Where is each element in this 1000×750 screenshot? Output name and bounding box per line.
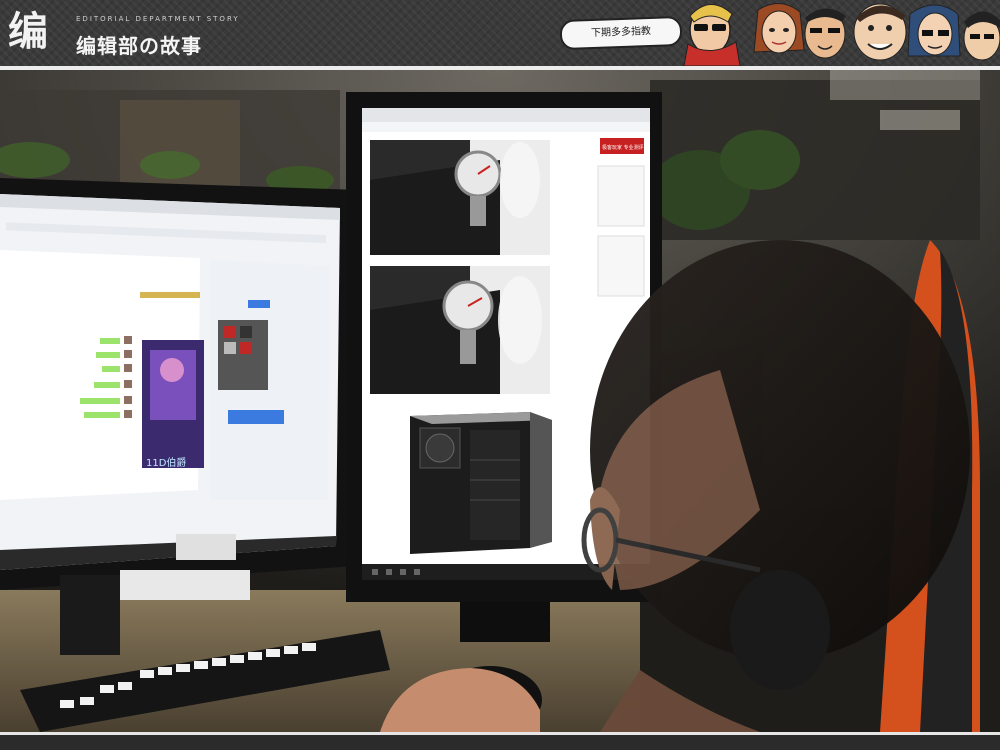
caricature-face-4 bbox=[853, 3, 907, 61]
caricature-face-3 bbox=[804, 8, 846, 59]
site-badge-text: 极客玩家 专业测评 bbox=[602, 144, 644, 151]
chat-bubble bbox=[100, 338, 120, 344]
chat-bubble bbox=[102, 366, 120, 372]
poster-caption: 11D伯爵 bbox=[146, 456, 186, 469]
article-photo-pc-case bbox=[410, 412, 552, 554]
logo-subtitle: EDITORIAL DEPARTMENT STORY bbox=[76, 15, 240, 23]
speech-bubble: 下期多多指教 bbox=[559, 15, 683, 51]
caricature-face-5 bbox=[907, 4, 961, 57]
caricature-faces bbox=[683, 3, 1000, 66]
footer-strip bbox=[0, 732, 1000, 750]
logo-mark: 编 bbox=[8, 9, 48, 55]
chat-bubble bbox=[80, 398, 120, 404]
photo-scene: 11D伯爵 DELL bbox=[0, 70, 1000, 732]
chat-bubble bbox=[84, 412, 120, 418]
caricature-face-2 bbox=[753, 3, 805, 54]
header-banner: 编 EDITORIAL DEPARTMENT STORY 编辑部の故事 下期多多… bbox=[0, 0, 1000, 66]
blue-action-button bbox=[228, 410, 284, 424]
caricature-face-6 bbox=[963, 11, 1000, 61]
chat-bubble bbox=[96, 352, 120, 358]
screenshot-frame: 编 EDITORIAL DEPARTMENT STORY 编辑部の故事 下期多多… bbox=[0, 0, 1000, 750]
power-strip bbox=[120, 570, 250, 600]
chat-bubble bbox=[94, 382, 120, 388]
logo-title: 编辑部の故事 bbox=[76, 34, 202, 58]
caricature-face-1 bbox=[683, 4, 741, 66]
office-photo: 11D伯爵 DELL bbox=[0, 70, 1000, 732]
